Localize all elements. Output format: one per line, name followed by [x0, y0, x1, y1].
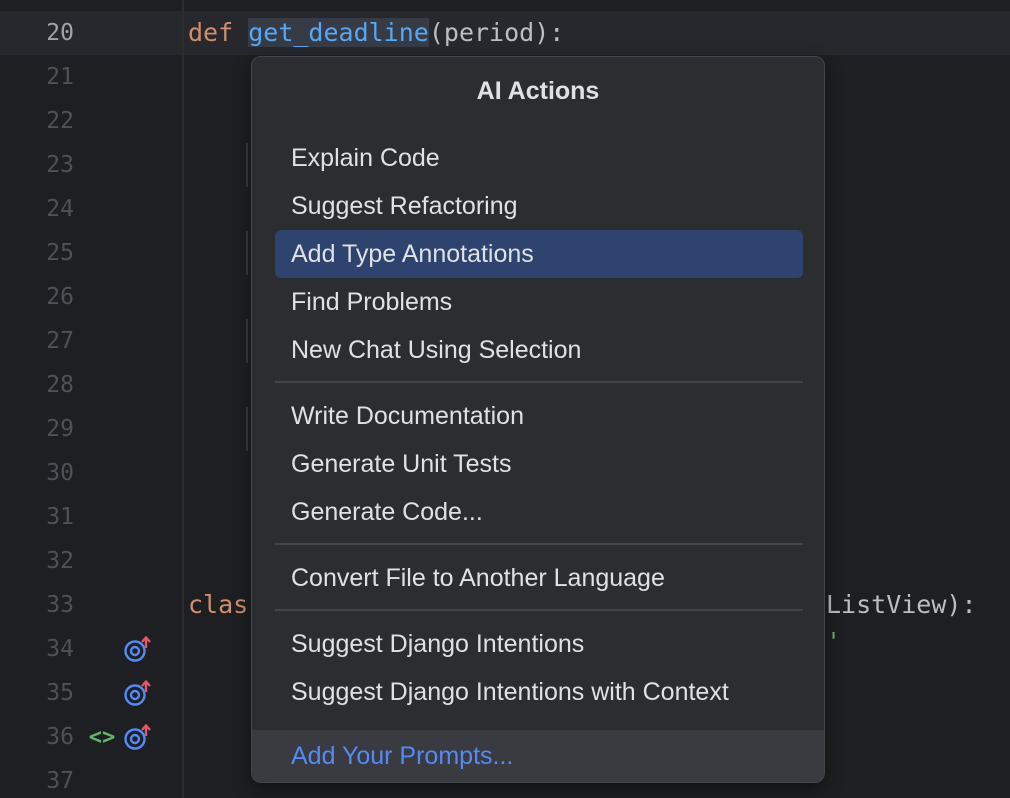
string-fragment: ' [826, 627, 842, 656]
popup-title: AI Actions [476, 77, 600, 105]
line-number: 26 [46, 284, 74, 310]
line-number: 31 [46, 504, 74, 530]
code-brackets-icon[interactable]: <> [86, 725, 118, 750]
code-text: (period): [428, 18, 565, 47]
override-up-icon[interactable] [122, 722, 152, 752]
indent-guide [246, 143, 248, 187]
menu-item-generate-unit-tests[interactable]: Generate Unit Tests [275, 440, 803, 488]
line-number: 29 [46, 416, 74, 442]
gutter-markers [122, 627, 152, 671]
menu-separator [275, 543, 803, 545]
menu-item-write-documentation[interactable]: Write Documentation [275, 392, 803, 440]
line-number: 27 [46, 328, 74, 354]
function-name: get_deadline [248, 18, 429, 47]
line-number: 20 [46, 20, 74, 46]
code-line-class[interactable]: clas [188, 583, 248, 627]
menu-item-explain-code[interactable]: Explain Code [275, 134, 803, 182]
ai-actions-popup: AI Actions Explain Code Suggest Refactor… [251, 56, 825, 783]
line-number: 21 [46, 64, 74, 90]
line-number: 23 [46, 152, 74, 178]
code-line-class-tail: ListView): [826, 590, 977, 619]
line-number: 36 [46, 724, 74, 750]
keyword: def [188, 18, 234, 47]
override-up-icon[interactable] [122, 678, 152, 708]
indent-guide [246, 231, 248, 275]
gutter-markers [122, 671, 152, 715]
menu-item-generate-code[interactable]: Generate Code... [275, 488, 803, 536]
line-number: 32 [46, 548, 74, 574]
menu-item-new-chat-using-selection[interactable]: New Chat Using Selection [275, 326, 803, 374]
menu-item-find-problems[interactable]: Find Problems [275, 278, 803, 326]
line-number: 34 [46, 636, 74, 662]
indent-guide [246, 407, 248, 451]
keyword: clas [188, 590, 249, 619]
line-number: 30 [46, 460, 74, 486]
line-number: 28 [46, 372, 74, 398]
menu-separator [275, 381, 803, 383]
line-number: 24 [46, 196, 74, 222]
line-number: 25 [46, 240, 74, 266]
popup-footer: Add Your Prompts... [252, 730, 824, 782]
menu-separator [275, 609, 803, 611]
line-number: 35 [46, 680, 74, 706]
menu-item-suggest-refactoring[interactable]: Suggest Refactoring [275, 182, 803, 230]
line-number: 37 [46, 768, 74, 794]
gutter-markers: <> [86, 715, 152, 759]
add-your-prompts-link[interactable]: Add Your Prompts... [291, 730, 513, 782]
line-number: 22 [46, 108, 74, 134]
menu-item-convert-file[interactable]: Convert File to Another Language [275, 554, 803, 602]
menu-item-add-type-annotations[interactable]: Add Type Annotations [275, 230, 803, 278]
line-number: 33 [46, 592, 74, 618]
code-line-def[interactable]: def get_deadline(period): [188, 11, 564, 55]
menu-item-suggest-django-intentions[interactable]: Suggest Django Intentions [275, 620, 803, 668]
gutter-divider [182, 0, 184, 798]
override-up-icon[interactable] [122, 634, 152, 664]
indent-guide [246, 319, 248, 363]
menu-item-suggest-django-intentions-context[interactable]: Suggest Django Intentions with Context [275, 668, 803, 716]
